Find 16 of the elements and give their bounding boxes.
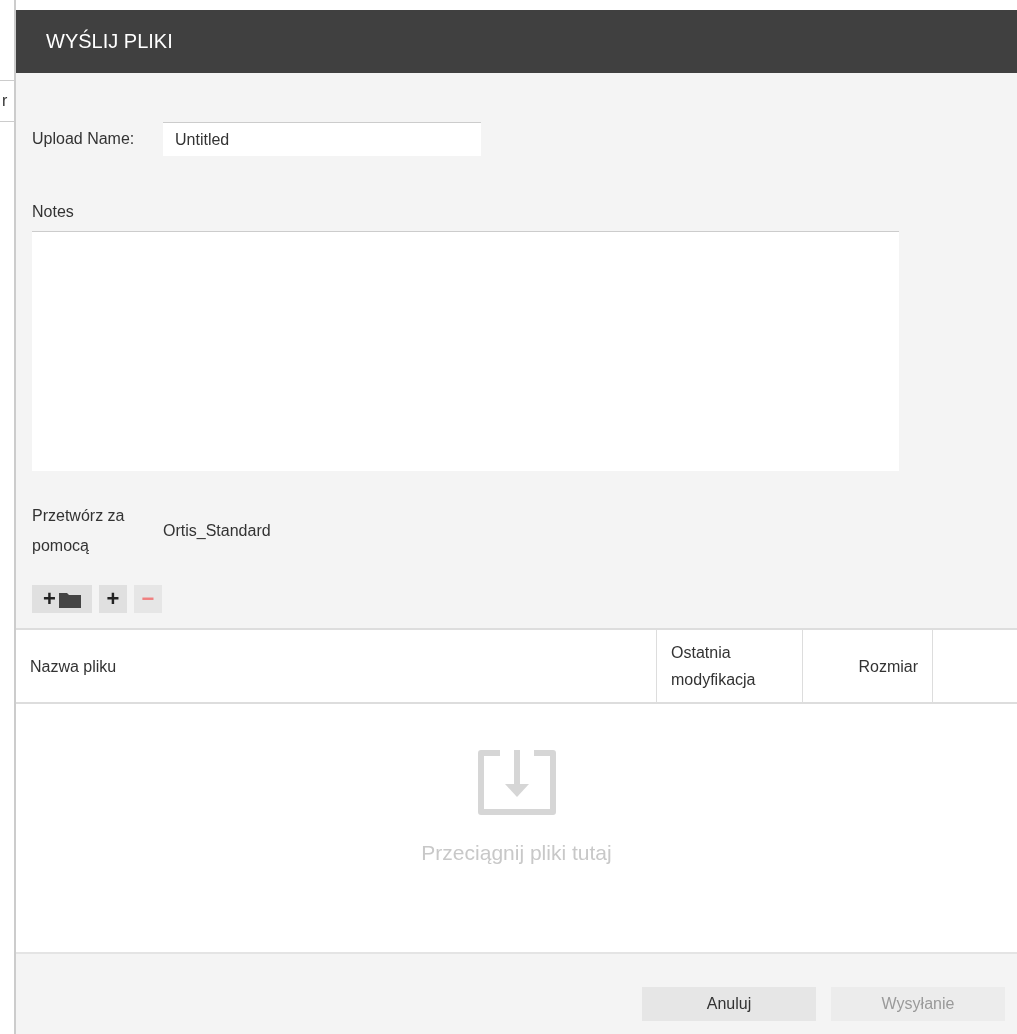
column-header[interactable]: Rozmiar: [803, 630, 933, 702]
notes-field[interactable]: [32, 231, 899, 471]
column-header[interactable]: Nazwa pliku: [16, 630, 657, 702]
add-button[interactable]: +: [99, 585, 127, 613]
process-label: Przetwórz za pomocą: [32, 506, 126, 556]
folder-icon: [58, 590, 81, 608]
upload-name-field[interactable]: Untitled: [163, 122, 481, 156]
notes-label: Notes: [32, 203, 74, 221]
column-header[interactable]: Ostatnia modyfikacja: [657, 630, 803, 702]
process-value: Ortis_Standard: [163, 522, 271, 540]
upload-name-label: Upload Name:: [32, 130, 136, 148]
add-folder-button[interactable]: +: [32, 585, 92, 613]
dialog-title: WYŚLIJ PLIKI: [46, 30, 173, 53]
cancel-button[interactable]: Anuluj: [642, 987, 816, 1021]
background-text: r: [2, 92, 8, 110]
download-tray-icon: [477, 750, 556, 815]
